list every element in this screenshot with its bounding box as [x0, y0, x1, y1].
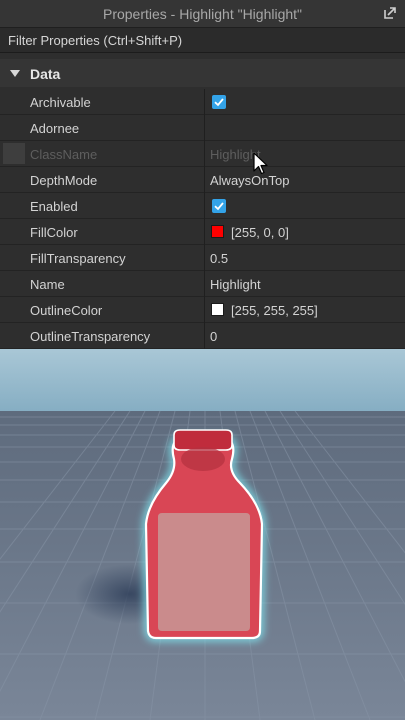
property-name: FillColor	[30, 225, 78, 240]
column-divider[interactable]	[204, 271, 205, 297]
property-row-archivable[interactable]: Archivable	[0, 89, 405, 115]
column-divider[interactable]	[204, 245, 205, 271]
fillcolor-swatch[interactable]	[211, 225, 224, 238]
property-name: OutlineTransparency	[30, 329, 151, 344]
3d-viewport[interactable]	[0, 349, 405, 720]
property-name: DepthMode	[30, 173, 98, 188]
property-list: Archivable Adornee ClassName Highlight D…	[0, 89, 405, 349]
column-divider[interactable]	[204, 167, 205, 193]
filter-properties-input[interactable]	[0, 28, 405, 52]
row-selection-marker	[3, 143, 25, 164]
outlinetransparency-value[interactable]: 0	[210, 329, 217, 344]
fillcolor-value[interactable]: [255, 0, 0]	[231, 225, 289, 240]
section-label: Data	[30, 66, 61, 82]
property-row-outlinetransparency[interactable]: OutlineTransparency 0	[0, 323, 405, 349]
column-divider[interactable]	[204, 115, 205, 141]
viewport-scene	[0, 349, 405, 720]
archivable-checkbox[interactable]	[212, 95, 226, 109]
property-name: OutlineColor	[30, 303, 103, 318]
property-row-outlinecolor[interactable]: OutlineColor [255, 255, 255]	[0, 297, 405, 323]
property-name: Enabled	[30, 199, 78, 214]
chevron-down-icon[interactable]	[10, 70, 20, 77]
column-divider[interactable]	[204, 141, 205, 167]
property-name: Name	[30, 277, 65, 292]
section-header-data[interactable]: Data	[0, 59, 405, 87]
properties-titlebar[interactable]: Properties - Highlight "Highlight"	[0, 0, 405, 28]
filter-bar	[0, 28, 405, 53]
outlinecolor-value[interactable]: [255, 255, 255]	[231, 303, 318, 318]
window-title: Properties - Highlight "Highlight"	[102, 6, 303, 22]
column-divider[interactable]	[204, 219, 205, 245]
outlinecolor-swatch[interactable]	[211, 303, 224, 316]
checkmark-icon	[214, 202, 224, 211]
checkmark-icon	[214, 98, 224, 107]
enabled-checkbox[interactable]	[212, 199, 226, 213]
column-divider[interactable]	[204, 297, 205, 323]
column-divider[interactable]	[204, 323, 205, 349]
property-name: Archivable	[30, 95, 91, 110]
property-row-adornee[interactable]: Adornee	[0, 115, 405, 141]
bottle-label	[158, 513, 250, 631]
depthmode-value[interactable]: AlwaysOnTop	[210, 173, 289, 188]
mouse-cursor-icon	[253, 152, 268, 175]
name-value[interactable]: Highlight	[210, 277, 261, 292]
sky	[0, 349, 405, 411]
property-name: FillTransparency	[30, 251, 126, 266]
property-row-classname[interactable]: ClassName Highlight	[0, 141, 405, 167]
bottle-neck-shade	[181, 447, 225, 471]
column-divider[interactable]	[204, 89, 205, 115]
filltransparency-value[interactable]: 0.5	[210, 251, 228, 266]
property-row-name[interactable]: Name Highlight	[0, 271, 405, 297]
undock-icon[interactable]	[383, 6, 397, 20]
property-row-enabled[interactable]: Enabled	[0, 193, 405, 219]
column-divider[interactable]	[204, 193, 205, 219]
property-name: ClassName	[30, 147, 98, 162]
property-row-fillcolor[interactable]: FillColor [255, 0, 0]	[0, 219, 405, 245]
properties-panel: Properties - Highlight "Highlight" Data …	[0, 0, 405, 349]
property-name: Adornee	[30, 121, 80, 136]
property-row-filltransparency[interactable]: FillTransparency 0.5	[0, 245, 405, 271]
property-row-depthmode[interactable]: DepthMode AlwaysOnTop	[0, 167, 405, 193]
